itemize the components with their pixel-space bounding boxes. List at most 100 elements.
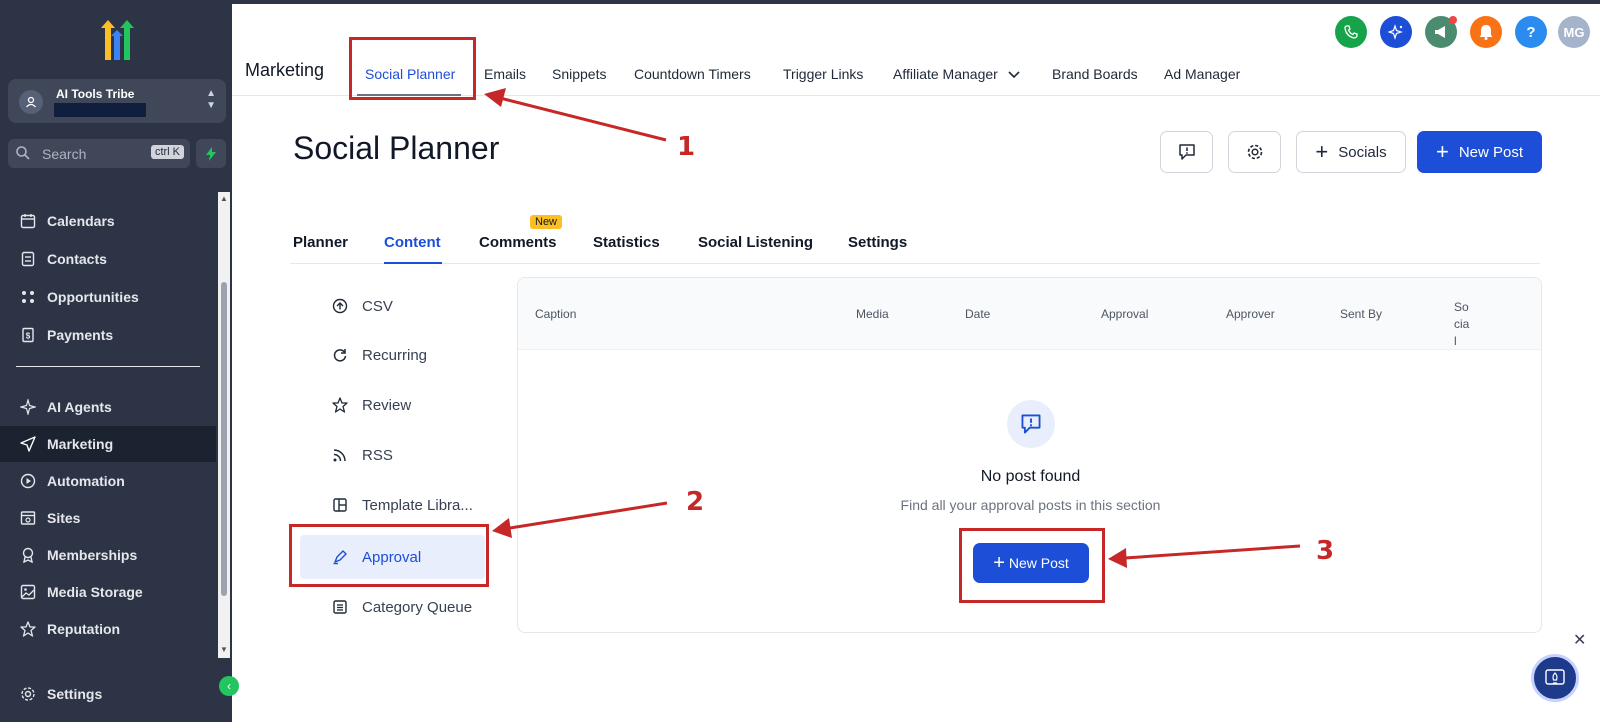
annotation-box-3 [959, 528, 1105, 603]
automation-icon [18, 471, 38, 491]
column-approval[interactable]: Approval [1101, 307, 1148, 321]
annotation-label-2: 2 [686, 487, 705, 517]
phone-icon[interactable] [1335, 16, 1367, 48]
sidebar-item-opportunities[interactable]: Opportunities [0, 279, 216, 315]
sidebar-item-calendars[interactable]: Calendars [0, 203, 216, 239]
tab-emails[interactable]: Emails [484, 66, 526, 82]
column-media[interactable]: Media [856, 307, 889, 321]
menu-item-template-library[interactable]: Template Libra... [300, 483, 485, 527]
menu-item-label: Category Queue [362, 598, 473, 616]
column-caption[interactable]: Caption [535, 307, 576, 321]
sidebar: AI Tools Tribe ▲ ▼ Search ctrl K ▲ ▼ Cale… [0, 0, 239, 722]
tab-snippets[interactable]: Snippets [552, 66, 606, 82]
tab-comments[interactable]: Comments [479, 234, 557, 251]
tab-affiliate-manager[interactable]: Affiliate Manager [893, 66, 1020, 82]
feedback-button[interactable] [1160, 131, 1213, 173]
sidebar-item-label: Settings [47, 686, 103, 702]
gear-icon [18, 684, 38, 704]
tab-social-listening[interactable]: Social Listening [698, 234, 813, 251]
tab-trigger-links[interactable]: Trigger Links [783, 66, 863, 82]
sidebar-item-reputation[interactable]: Reputation [0, 611, 216, 647]
upload-icon [330, 296, 350, 316]
scroll-up-icon[interactable]: ▲ [220, 194, 228, 203]
rocket-icon [1545, 669, 1565, 685]
list-icon [330, 597, 350, 617]
menu-item-review[interactable]: Review [300, 383, 485, 427]
tab-planner[interactable]: Planner [293, 234, 348, 251]
tab-active-underline [384, 262, 442, 264]
socials-label: Socials [1338, 143, 1387, 161]
annotation-label-1: 1 [677, 132, 696, 162]
support-widget-button[interactable] [1531, 654, 1579, 702]
quick-action-button[interactable] [196, 139, 226, 168]
menu-item-category-queue[interactable]: Category Queue [300, 585, 485, 629]
help-icon[interactable]: ? [1515, 16, 1547, 48]
sidebar-item-settings[interactable]: Settings [0, 676, 216, 712]
close-icon[interactable]: ✕ [1573, 630, 1586, 650]
search-placeholder: Search [42, 146, 87, 162]
sparkle-icon [18, 397, 38, 417]
user-avatar[interactable]: MG [1558, 16, 1590, 48]
column-approver[interactable]: Approver [1226, 307, 1275, 321]
sidebar-item-media-storage[interactable]: Media Storage [0, 574, 216, 610]
menu-item-csv[interactable]: CSV [300, 284, 485, 328]
account-name: AI Tools Tribe [56, 87, 135, 101]
scroll-down-icon[interactable]: ▼ [220, 645, 228, 654]
sidebar-scroll-thumb[interactable] [221, 282, 227, 596]
account-avatar-icon [19, 90, 43, 114]
send-icon [18, 434, 38, 454]
tab-ad-manager[interactable]: Ad Manager [1164, 66, 1240, 82]
template-icon [330, 495, 350, 515]
search-input[interactable]: Search ctrl K [8, 139, 190, 168]
sidebar-item-memberships[interactable]: Memberships [0, 537, 216, 573]
sidebar-item-payments[interactable]: $ Payments [0, 317, 216, 353]
chevron-updown-icon: ▲ ▼ [206, 88, 216, 111]
column-date[interactable]: Date [965, 307, 990, 321]
sidebar-item-label: Calendars [47, 213, 115, 229]
ai-sparkle-icon[interactable] [1380, 16, 1412, 48]
bell-icon[interactable] [1470, 16, 1502, 48]
sidebar-item-ai-agents[interactable]: AI Agents [0, 389, 216, 425]
menu-item-recurring[interactable]: Recurring [300, 333, 485, 377]
empty-state-icon [1007, 400, 1055, 448]
table-header: Caption Media Date Approval Approver Sen… [518, 278, 1541, 350]
sidebar-item-label: Sites [47, 510, 81, 526]
image-icon [18, 582, 38, 602]
sidebar-item-automation[interactable]: Automation [0, 463, 216, 499]
sidebar-item-marketing[interactable]: Marketing [0, 426, 216, 462]
tab-brand-boards[interactable]: Brand Boards [1052, 66, 1138, 82]
page-title: Social Planner [293, 130, 500, 166]
payments-icon: $ [18, 325, 38, 345]
column-sent-by[interactable]: Sent By [1340, 307, 1382, 321]
menu-item-label: RSS [362, 446, 393, 464]
new-badge: New [530, 215, 563, 229]
star-icon [18, 619, 38, 639]
plus-icon: + [1435, 139, 1449, 164]
sidebar-item-label: Automation [47, 473, 125, 489]
sidebar-item-label: Opportunities [47, 289, 139, 305]
notification-dot [1449, 16, 1457, 24]
menu-item-label: Template Libra... [362, 496, 473, 514]
annotation-label-3: 3 [1316, 536, 1335, 566]
sidebar-item-contacts[interactable]: Contacts [0, 241, 216, 277]
tab-content[interactable]: Content [384, 234, 441, 251]
sidebar-item-sites[interactable]: Sites [0, 500, 216, 536]
collapse-sidebar-button[interactable]: ‹ [219, 676, 239, 696]
empty-state-title: No post found [980, 468, 1081, 485]
tab-countdown-timers[interactable]: Countdown Timers [634, 66, 751, 82]
account-switcher[interactable]: AI Tools Tribe ▲ ▼ [8, 79, 226, 123]
calendar-icon [18, 211, 38, 231]
section-title: Marketing [245, 60, 325, 80]
megaphone-icon[interactable] [1425, 16, 1457, 48]
column-social[interactable]: Social [1454, 299, 1470, 350]
settings-button[interactable] [1228, 131, 1281, 173]
tab-settings[interactable]: Settings [848, 234, 907, 251]
tab-statistics[interactable]: Statistics [593, 234, 660, 251]
menu-item-rss[interactable]: RSS [300, 433, 485, 477]
add-socials-button[interactable]: + Socials [1296, 131, 1406, 173]
new-post-button[interactable]: + New Post [1417, 131, 1542, 173]
award-icon [18, 545, 38, 565]
empty-state-subtitle: Find all your approval posts in this sec… [900, 497, 1161, 513]
search-shortcut: ctrl K [150, 145, 184, 159]
app-logo[interactable] [94, 20, 140, 62]
